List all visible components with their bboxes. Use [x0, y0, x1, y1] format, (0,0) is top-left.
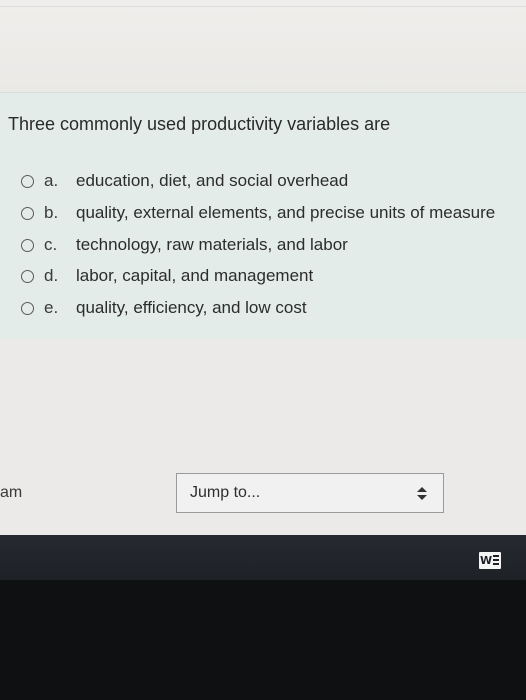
word-app-icon[interactable]: W — [479, 552, 501, 569]
option-letter: e. — [44, 298, 59, 317]
taskbar — [0, 535, 526, 580]
radio-button-e[interactable] — [21, 301, 34, 315]
option-text: quality, efficiency, and low cost — [76, 298, 307, 317]
option-text: technology, raw materials, and labor — [76, 235, 348, 254]
previous-activity-link[interactable]: am — [0, 484, 22, 502]
option-letter: d. — [44, 266, 59, 285]
jump-to-select[interactable]: Jump to... — [176, 473, 444, 513]
option-text: quality, external elements, and precise … — [76, 203, 496, 222]
option-e[interactable]: e. quality, efficiency, and low cost — [21, 296, 307, 320]
radio-button-c[interactable] — [21, 238, 34, 252]
option-letter: a. — [44, 171, 59, 190]
radio-button-a[interactable] — [21, 174, 34, 188]
radio-button-d[interactable] — [21, 269, 34, 283]
jump-to-label: Jump to... — [190, 484, 261, 501]
word-icon-lines — [493, 555, 499, 566]
question-prompt: Three commonly used productivity variabl… — [8, 114, 391, 134]
header-divider — [0, 6, 526, 7]
option-d[interactable]: d. labor, capital, and management — [21, 264, 313, 288]
radio-button-b[interactable] — [21, 206, 34, 220]
option-text: education, diet, and social overhead — [76, 171, 349, 190]
word-icon-letter: W — [480, 554, 493, 567]
option-a[interactable]: a. education, diet, and social overhead — [21, 169, 348, 193]
option-letter: c. — [44, 235, 58, 254]
screen-bezel — [0, 580, 526, 700]
select-arrows-icon — [417, 486, 427, 502]
top-blank-area — [0, 0, 526, 92]
option-c[interactable]: c. technology, raw materials, and labor — [21, 233, 348, 257]
option-text: labor, capital, and management — [76, 266, 314, 285]
option-b[interactable]: b. quality, external elements, and preci… — [21, 201, 495, 225]
option-letter: b. — [44, 203, 59, 222]
